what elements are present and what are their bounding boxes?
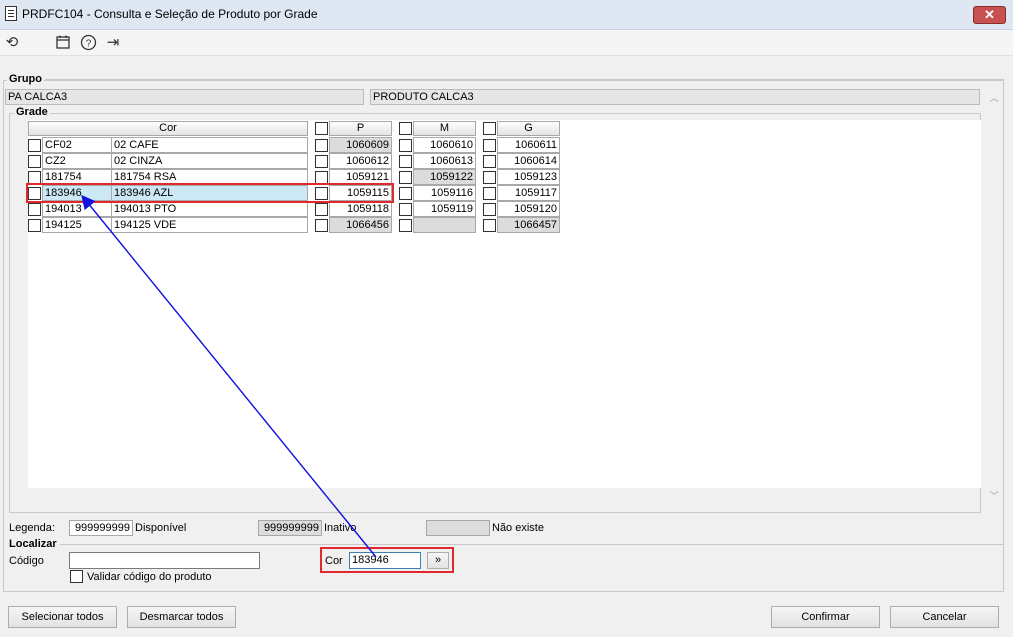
select-all-button[interactable]: Selecionar todos — [8, 606, 117, 628]
cancel-button[interactable]: Cancelar — [890, 606, 999, 628]
deselect-all-button[interactable]: Desmarcar todos — [127, 606, 236, 628]
annotation-arrow — [81, 194, 377, 558]
confirm-button[interactable]: Confirmar — [771, 606, 880, 628]
